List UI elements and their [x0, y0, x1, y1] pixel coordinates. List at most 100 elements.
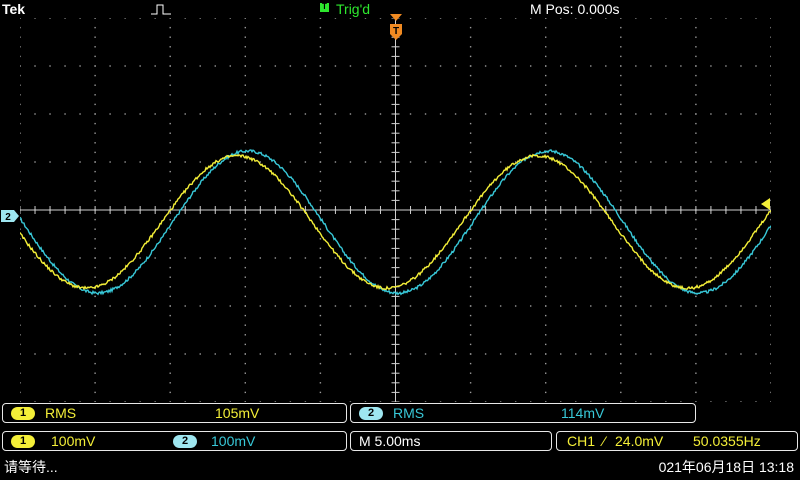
grid-dot [184, 401, 186, 402]
trigger-position-marker[interactable]: T [388, 14, 404, 42]
grid-dot [20, 36, 21, 38]
grid-dot [20, 84, 21, 86]
grid-dot [79, 305, 81, 307]
grid-dot [695, 372, 697, 374]
grid-dot [199, 65, 201, 67]
grid-dot [695, 266, 697, 269]
grid-dot [169, 372, 171, 374]
grid-dot [169, 74, 171, 77]
timebase-panel[interactable]: M 5.00ms [350, 431, 552, 451]
grid-dot [560, 65, 562, 67]
grid-dot [169, 55, 171, 58]
grid-dot [424, 18, 427, 19]
grid-dot [650, 161, 652, 163]
grid-dot [20, 238, 21, 240]
grid-dot [545, 334, 547, 336]
grid-dot [64, 65, 66, 67]
grid-dot [469, 142, 472, 144]
grid-dot [94, 382, 96, 384]
grid-dot [469, 113, 472, 115]
grid-dot [364, 257, 367, 259]
grid-dot [349, 18, 352, 19]
measurement-1-panel[interactable]: 1 RMS 105mV [2, 403, 347, 423]
grid-dot [20, 343, 21, 346]
grid-dot [109, 257, 111, 259]
grid-dot [244, 103, 246, 106]
grid-dot [94, 151, 96, 154]
channel-2-level-marker[interactable]: 2 [0, 209, 20, 223]
grid-dot [184, 113, 186, 115]
grid-dot [20, 142, 21, 144]
grid-dot [695, 122, 697, 125]
grid-dot [695, 247, 697, 250]
horizontal-position: M Pos: 0.000s [530, 1, 620, 17]
grid-dot [469, 276, 472, 278]
grid-dot [545, 170, 547, 173]
grid-dot [154, 113, 156, 115]
channel-2-scale: 100mV [211, 433, 256, 449]
grid-dot [319, 132, 322, 134]
grid-dot [20, 26, 21, 29]
grid-dot [199, 113, 201, 115]
grid-dot [20, 190, 21, 192]
grid-dot [20, 257, 21, 259]
grid-dot [229, 401, 231, 402]
grid-dot [319, 247, 322, 250]
grid-dot [469, 391, 472, 394]
grid-dot [274, 401, 277, 402]
grid-dot [169, 391, 171, 394]
grid-dot [109, 161, 111, 163]
grid-dot [605, 113, 607, 115]
grid-dot [154, 257, 156, 259]
grid-dot [259, 113, 262, 115]
grid-dot [229, 353, 231, 355]
grid-dot [695, 382, 697, 384]
grid-dot [590, 113, 592, 115]
grid-dot [469, 180, 472, 182]
grid-dot [695, 314, 697, 317]
grid-dot [695, 295, 697, 298]
grid-dot [229, 65, 231, 67]
grid-dot [695, 94, 697, 96]
grid-dot [469, 266, 472, 269]
grid-dot [319, 353, 322, 355]
trigger-slope-icon: ⁄ [603, 433, 606, 449]
grid-dot [770, 18, 771, 19]
grid-dot [650, 305, 652, 307]
grid-dot [109, 113, 111, 115]
grid-dot [514, 113, 517, 115]
grid-dot [770, 142, 771, 144]
grid-dot [79, 401, 81, 402]
grid-dot [94, 74, 96, 77]
grid-dot [755, 113, 757, 115]
grid-dot [199, 353, 201, 355]
grid-dot [590, 305, 592, 307]
grid-dot [349, 305, 352, 307]
grid-dot [529, 257, 532, 259]
grid-dot [439, 257, 442, 259]
grid-dot [229, 18, 231, 19]
grid-dot [710, 161, 712, 163]
grid-dot [469, 238, 472, 240]
grid-dot [545, 238, 547, 240]
measurement-2-panel[interactable]: 2 RMS 114mV [350, 403, 696, 423]
vertical-scale-panel[interactable]: 1 100mV 2 100mV [2, 431, 347, 451]
grid-dot [64, 401, 66, 402]
grid-dot [169, 276, 171, 278]
grid-dot [680, 113, 682, 115]
grid-dot [214, 257, 216, 259]
grid-dot [665, 18, 667, 19]
waveform-display[interactable] [20, 18, 771, 402]
grid-dot [379, 18, 382, 19]
grid-dot [49, 161, 51, 163]
grid-dot [620, 18, 622, 19]
grid-dot [695, 199, 697, 202]
grid-dot [469, 151, 472, 154]
grid-dot [169, 286, 171, 288]
grid-dot [484, 18, 487, 19]
grid-dot [169, 26, 171, 29]
trigger-panel[interactable]: CH1 ⁄ 24.0mV 50.0355Hz [556, 431, 798, 451]
trigger-level-marker[interactable] [759, 197, 771, 211]
grid-dot [154, 65, 156, 67]
grid-dot [274, 113, 277, 115]
